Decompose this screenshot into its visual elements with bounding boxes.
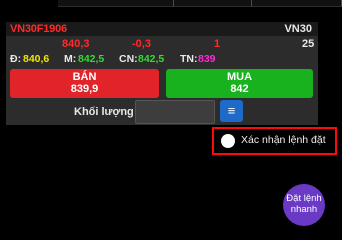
last-volume: 1 (214, 38, 221, 50)
menu-icon: ≡ (227, 103, 236, 118)
cn-value: 842,5 (138, 53, 165, 65)
buy-label: MUA (226, 71, 253, 83)
confirm-radio[interactable] (221, 134, 235, 148)
d-label: Đ: (10, 53, 22, 65)
top-tab-bar (0, 0, 342, 8)
quote-row: 840,3 -0,3 1 25 (6, 38, 318, 51)
cn-label: CN: (119, 53, 138, 65)
quantity-label: Khối lượng (74, 106, 134, 118)
symbol-code[interactable]: VN30F1906 (10, 23, 67, 35)
price-change: -0,3 (132, 38, 151, 50)
sell-label: BÁN (72, 71, 97, 83)
tn-label: TN: (180, 53, 198, 65)
buy-button[interactable]: MUA 842 (166, 69, 313, 98)
top-tab-3[interactable] (252, 0, 342, 7)
confirm-label: Xác nhận lệnh đặt (241, 134, 326, 146)
sell-button[interactable]: BÁN 839,9 (10, 69, 159, 98)
m-value: 842,5 (78, 53, 105, 65)
top-tab-2[interactable] (174, 0, 252, 7)
price-levels-row: Đ: 840,6 M: 842,5 CN: 842,5 TN: 839 (6, 53, 318, 66)
m-label: M: (64, 53, 77, 65)
index-name: VN30 (284, 23, 312, 35)
last-price: 840,3 (62, 38, 90, 50)
top-tab-1[interactable] (58, 0, 174, 7)
quick-order-label-line2: nhanh (290, 204, 318, 215)
quantity-input[interactable] (135, 100, 215, 124)
quantity-menu-button[interactable]: ≡ (220, 100, 243, 122)
d-value: 840,6 (23, 53, 50, 65)
sell-price: 839,9 (70, 83, 99, 95)
confirm-order-toggle[interactable]: Xác nhận lệnh đặt (212, 127, 337, 155)
order-panel: VN30F1906 VN30 840,3 -0,3 1 25 Đ: 840,6 … (6, 22, 318, 125)
quick-order-button[interactable]: Đặt lệnh nhanh (283, 184, 325, 226)
symbol-header: VN30F1906 VN30 (6, 22, 318, 36)
buy-price: 842 (230, 83, 249, 95)
quick-order-label-line1: Đặt lệnh (286, 193, 322, 204)
tn-value: 839 (198, 53, 216, 65)
quote-count: 25 (302, 38, 315, 50)
